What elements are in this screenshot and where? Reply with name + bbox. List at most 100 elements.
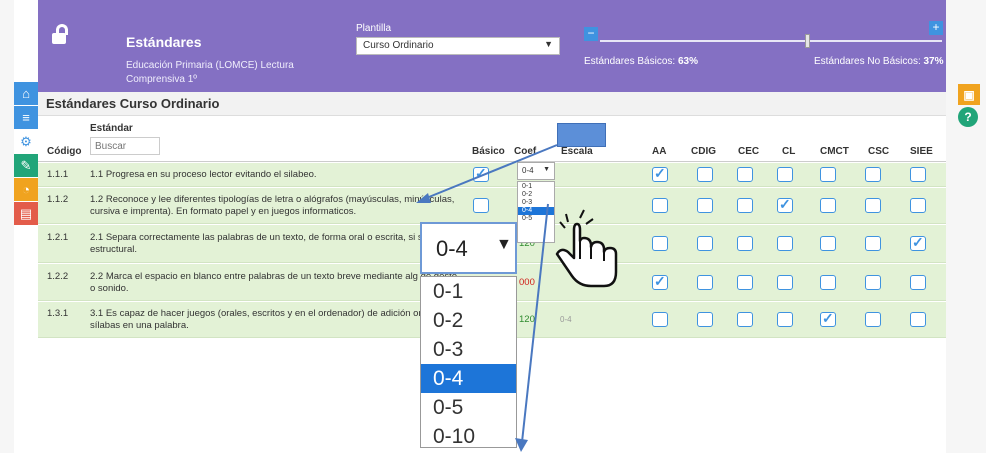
competence-checkbox-siee[interactable] <box>910 198 926 213</box>
competence-checkbox-cmct[interactable] <box>820 167 836 182</box>
competence-checkbox-cec[interactable] <box>737 198 753 213</box>
col-aa[interactable]: AA <box>652 146 666 157</box>
escala-option[interactable]: 0-1 <box>522 183 550 191</box>
escala-option[interactable]: 0-3 <box>522 199 550 207</box>
dropdown-arrow-icon: ▼ <box>544 39 553 49</box>
competence-checkbox-aa[interactable] <box>652 273 668 290</box>
zoom-escala-option[interactable]: 0-2 <box>421 306 516 335</box>
list-icon[interactable]: ≡ <box>14 106 38 129</box>
col-cmct[interactable]: CMCT <box>820 146 849 157</box>
competence-checkbox-cmct[interactable] <box>820 310 836 327</box>
zoom-escala-option[interactable]: 0-10 <box>421 422 516 451</box>
competence-checkbox-cl[interactable] <box>777 196 793 213</box>
competence-checkbox-cdig[interactable] <box>697 167 713 182</box>
competence-checkbox-cec[interactable] <box>737 275 753 290</box>
competence-checkbox-csc[interactable] <box>865 312 881 327</box>
competence-checkbox-siee[interactable] <box>910 275 926 290</box>
zoom-escala-option[interactable]: 0-3 <box>421 335 516 364</box>
escala-option[interactable]: 0-2 <box>522 191 550 199</box>
row-coef: 120 <box>519 314 535 325</box>
plantilla-select[interactable]: Curso Ordinario ▼ <box>356 37 560 55</box>
basic-percentage: Estándares Básicos: 63% <box>584 56 698 67</box>
zoom-escala-option[interactable]: 0-5 <box>421 393 516 422</box>
competence-checkbox-cmct[interactable] <box>820 275 836 290</box>
competence-checkbox-aa[interactable] <box>652 312 668 327</box>
competence-checkbox-cdig[interactable] <box>697 312 713 327</box>
row-code: 1.2.1 <box>47 232 69 243</box>
help-icon[interactable]: ? <box>958 107 978 127</box>
col-cdig[interactable]: CDIG <box>691 146 716 157</box>
competence-checkbox-cdig[interactable] <box>697 275 713 290</box>
basic-checkbox[interactable] <box>473 165 489 182</box>
escala-option[interactable]: 0-5 <box>522 215 550 223</box>
escala-select[interactable]: 0-4 ▼ <box>517 162 555 180</box>
row-scale[interactable]: 0-4 <box>560 314 572 326</box>
col-basico[interactable]: Básico <box>472 146 505 157</box>
row-code: 1.1.2 <box>47 194 69 205</box>
table-header: Código Estándar Básico Coef Escala AA CD… <box>38 117 946 162</box>
competence-checkbox-cec[interactable] <box>737 312 753 327</box>
competence-checkbox-csc[interactable] <box>865 275 881 290</box>
basic-checkbox[interactable] <box>473 198 489 213</box>
basic-pct: 63% <box>677 56 698 67</box>
search-input[interactable] <box>90 137 160 155</box>
competence-checkbox-siee[interactable] <box>910 312 926 327</box>
competence-checkbox-csc[interactable] <box>865 198 881 213</box>
table-row[interactable]: 1.1.1 1.1 Progresa en su proceso lector e… <box>38 163 946 187</box>
escala-highlight <box>557 123 606 147</box>
row-code: 1.1.1 <box>47 169 69 180</box>
zoom-escala-options[interactable]: 0-1 0-2 0-3 0-4 0-5 0-10 <box>420 276 517 448</box>
section-bar: Estándares Curso Ordinario <box>38 92 946 116</box>
table-row[interactable]: 1.1.2 1.2 Reconoce y lee diferentes tipol… <box>38 188 946 224</box>
competence-checkbox-cec[interactable] <box>737 236 753 251</box>
slider-handle[interactable] <box>805 34 810 48</box>
document-icon[interactable]: ▤ <box>14 202 38 225</box>
section-title: Estándares Curso Ordinario <box>46 96 220 111</box>
edit-icon[interactable]: ✎ <box>14 154 38 177</box>
competence-checkbox-cdig[interactable] <box>697 236 713 251</box>
zoom-escala-option[interactable]: 0-4 <box>421 364 516 393</box>
dropdown-arrow-icon: ▼ <box>543 166 550 173</box>
competence-checkbox-cec[interactable] <box>737 167 753 182</box>
escala-option[interactable]: 0-4 <box>518 207 554 215</box>
escala-options[interactable]: 0-1 0-2 0-3 0-4 0-5 <box>517 181 555 243</box>
competence-checkbox-cl[interactable] <box>777 167 793 182</box>
competence-checkbox-aa[interactable] <box>652 198 668 213</box>
col-escala[interactable]: Escala <box>561 146 593 157</box>
minus-button[interactable]: − <box>584 27 598 41</box>
competence-checkbox-cmct[interactable] <box>820 236 836 251</box>
unlock-icon[interactable] <box>52 24 70 44</box>
home-icon[interactable]: ⌂ <box>14 82 38 105</box>
col-siee[interactable]: SIEE <box>910 146 933 157</box>
basic-ratio-slider[interactable] <box>600 40 942 42</box>
col-cec[interactable]: CEC <box>738 146 759 157</box>
plantilla-value: Curso Ordinario <box>363 40 434 51</box>
plus-button[interactable]: + <box>929 21 943 35</box>
plantilla-label: Plantilla <box>356 23 392 34</box>
gears-icon[interactable]: ⚙ <box>14 130 38 153</box>
escala-select-value: 0-4 <box>522 166 534 175</box>
nonbasic-percentage: Estándares No Básicos: 37% <box>814 56 944 67</box>
col-codigo[interactable]: Código <box>47 146 81 157</box>
save-icon[interactable]: ▣ <box>958 84 980 105</box>
competence-checkbox-siee[interactable] <box>910 167 926 182</box>
row-description: 2.1 Separa correctamente las palabras de… <box>90 232 460 255</box>
competence-checkbox-cl[interactable] <box>777 236 793 251</box>
col-cl[interactable]: CL <box>782 146 795 157</box>
competence-checkbox-cmct[interactable] <box>820 198 836 213</box>
competence-checkbox-aa[interactable] <box>652 236 668 251</box>
competence-checkbox-cl[interactable] <box>777 275 793 290</box>
col-estandar[interactable]: Estándar <box>90 123 133 134</box>
competence-checkbox-cl[interactable] <box>777 312 793 327</box>
header: Estándares Educación Primaria (LOMCE) Le… <box>38 0 946 92</box>
zoom-escala-option[interactable]: 0-1 <box>421 277 516 306</box>
col-coef[interactable]: Coef <box>514 146 536 157</box>
zoom-escala-select[interactable]: 0-4 ▼ <box>420 222 517 274</box>
competence-checkbox-csc[interactable] <box>865 167 881 182</box>
competence-checkbox-cdig[interactable] <box>697 198 713 213</box>
competence-checkbox-siee[interactable] <box>910 234 926 251</box>
pie-chart-icon[interactable]: ◔ <box>14 178 38 201</box>
competence-checkbox-aa[interactable] <box>652 165 668 182</box>
competence-checkbox-csc[interactable] <box>865 236 881 251</box>
col-csc[interactable]: CSC <box>868 146 889 157</box>
